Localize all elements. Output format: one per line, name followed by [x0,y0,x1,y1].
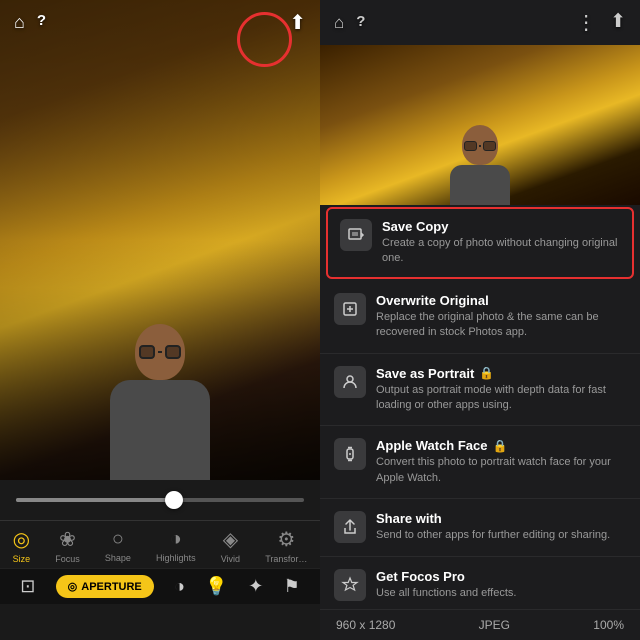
focus-tab-label: Focus [55,554,80,564]
right-home-icon[interactable]: ⌂ [334,13,344,33]
person-figure [110,324,210,480]
tab-vivid[interactable]: ◈ Vivid [221,527,240,564]
watch-title: Apple Watch Face 🔒 [376,438,626,453]
share-title: Share with [376,511,626,526]
focos-pro-desc: Use all functions and effects. [376,586,626,601]
share-icon[interactable]: ⬆ [289,10,306,35]
menu-item-portrait[interactable]: Save as Portrait 🔒 Output as portrait mo… [320,354,640,427]
right-footer: 960 x 1280 JPEG 100% [320,609,640,640]
highlights-tab-label: Highlights [156,553,196,563]
overwrite-desc: Replace the original photo & the same ca… [376,310,626,341]
focos-pro-icon [334,569,366,601]
footer-zoom: 100% [593,618,624,632]
shape-tab-label: Shape [105,553,131,563]
menu-item-save-copy[interactable]: Save Copy Create a copy of photo without… [326,207,634,279]
save-copy-icon [340,219,372,251]
focus-tab-icon: ❀ [59,527,76,552]
portrait-icon [334,366,366,398]
transform-tab-icon: ⚙ [277,527,295,552]
right-panel: ⌂ ? ⋮ ⬆ [320,0,640,640]
portrait-text: Save as Portrait 🔒 Output as portrait mo… [376,366,626,414]
watch-text: Apple Watch Face 🔒 Convert this photo to… [376,438,626,486]
share-text: Share with Send to other apps for furthe… [376,511,626,543]
tab-size[interactable]: ◎ Size [13,527,31,564]
left-photo [0,0,320,480]
focos-pro-title: Get Focos Pro [376,569,626,584]
vivid-tab-label: Vivid [221,554,240,564]
shape-tab-icon: ○ [112,528,124,551]
menu-list: Save Copy Create a copy of photo without… [320,205,640,609]
footer-format: JPEG [479,618,510,632]
vivid-tab-icon: ◈ [223,527,238,552]
home-icon[interactable]: ⌂ [14,12,25,33]
tab-highlights[interactable]: ◑ Highlights [156,528,196,563]
aperture-label: APERTURE [81,581,142,593]
menu-item-apple-watch[interactable]: Apple Watch Face 🔒 Convert this photo to… [320,426,640,499]
red-circle-annotation [237,12,292,67]
overwrite-title: Overwrite Original [376,293,626,308]
help-icon[interactable]: ? [37,12,46,33]
bottom-toolbar: ⊡ ◎ APERTURE ◑ 💡 ✦ ⚑ [0,568,320,604]
light-icon[interactable]: 💡 [205,576,227,597]
portrait-title: Save as Portrait 🔒 [376,366,626,381]
tab-shape[interactable]: ○ Shape [105,528,131,563]
menu-item-focos-pro[interactable]: Get Focos Pro Use all functions and effe… [320,557,640,609]
slider-thumb[interactable] [165,491,183,509]
save-copy-text: Save Copy Create a copy of photo without… [382,219,620,267]
right-header: ⌂ ? ⋮ ⬆ [320,0,640,45]
highlights-tab-icon: ◑ [170,528,182,551]
aperture-icon: ◎ [68,580,78,593]
flag-icon[interactable]: ⚑ [284,576,300,597]
tone-icon[interactable]: ◑ [174,576,185,597]
tab-focus[interactable]: ❀ Focus [55,527,80,564]
slider-track[interactable] [16,498,304,502]
menu-item-overwrite[interactable]: Overwrite Original Replace the original … [320,281,640,354]
footer-dimensions: 960 x 1280 [336,618,395,632]
crop-icon[interactable]: ⊡ [20,576,35,597]
watch-desc: Convert this photo to portrait watch fac… [376,455,626,486]
overwrite-text: Overwrite Original Replace the original … [376,293,626,341]
transform-tab-label: Transfor… [265,554,307,564]
right-more-icon[interactable]: ⋮ [576,10,596,35]
portrait-lock-icon: 🔒 [479,366,494,380]
magic-icon[interactable]: ✦ [248,576,263,597]
save-copy-desc: Create a copy of photo without changing … [382,236,620,267]
portrait-desc: Output as portrait mode with depth data … [376,383,626,414]
share-desc: Send to other apps for further editing o… [376,528,626,543]
slider-area [0,480,320,520]
save-copy-title: Save Copy [382,219,620,234]
size-tab-icon: ◎ [13,527,30,552]
aperture-button[interactable]: ◎ APERTURE [56,575,154,598]
share-menu-icon [334,511,366,543]
menu-item-share[interactable]: Share with Send to other apps for furthe… [320,499,640,556]
tab-transform[interactable]: ⚙ Transfor… [265,527,307,564]
right-share-icon[interactable]: ⬆ [610,10,626,35]
right-photo [320,45,640,205]
overwrite-icon [334,293,366,325]
right-help-icon[interactable]: ? [356,13,365,33]
watch-lock-icon: 🔒 [492,439,507,453]
focos-pro-text: Get Focos Pro Use all functions and effe… [376,569,626,601]
bottom-tabs: ◎ Size ❀ Focus ○ Shape ◑ Highlights ◈ Vi… [0,520,320,568]
left-panel: ⌂ ? ⬆ ◎ Size ❀ Focus ○ Shape ◑ Highlight… [0,0,320,640]
watch-icon [334,438,366,470]
size-tab-label: Size [13,554,31,564]
